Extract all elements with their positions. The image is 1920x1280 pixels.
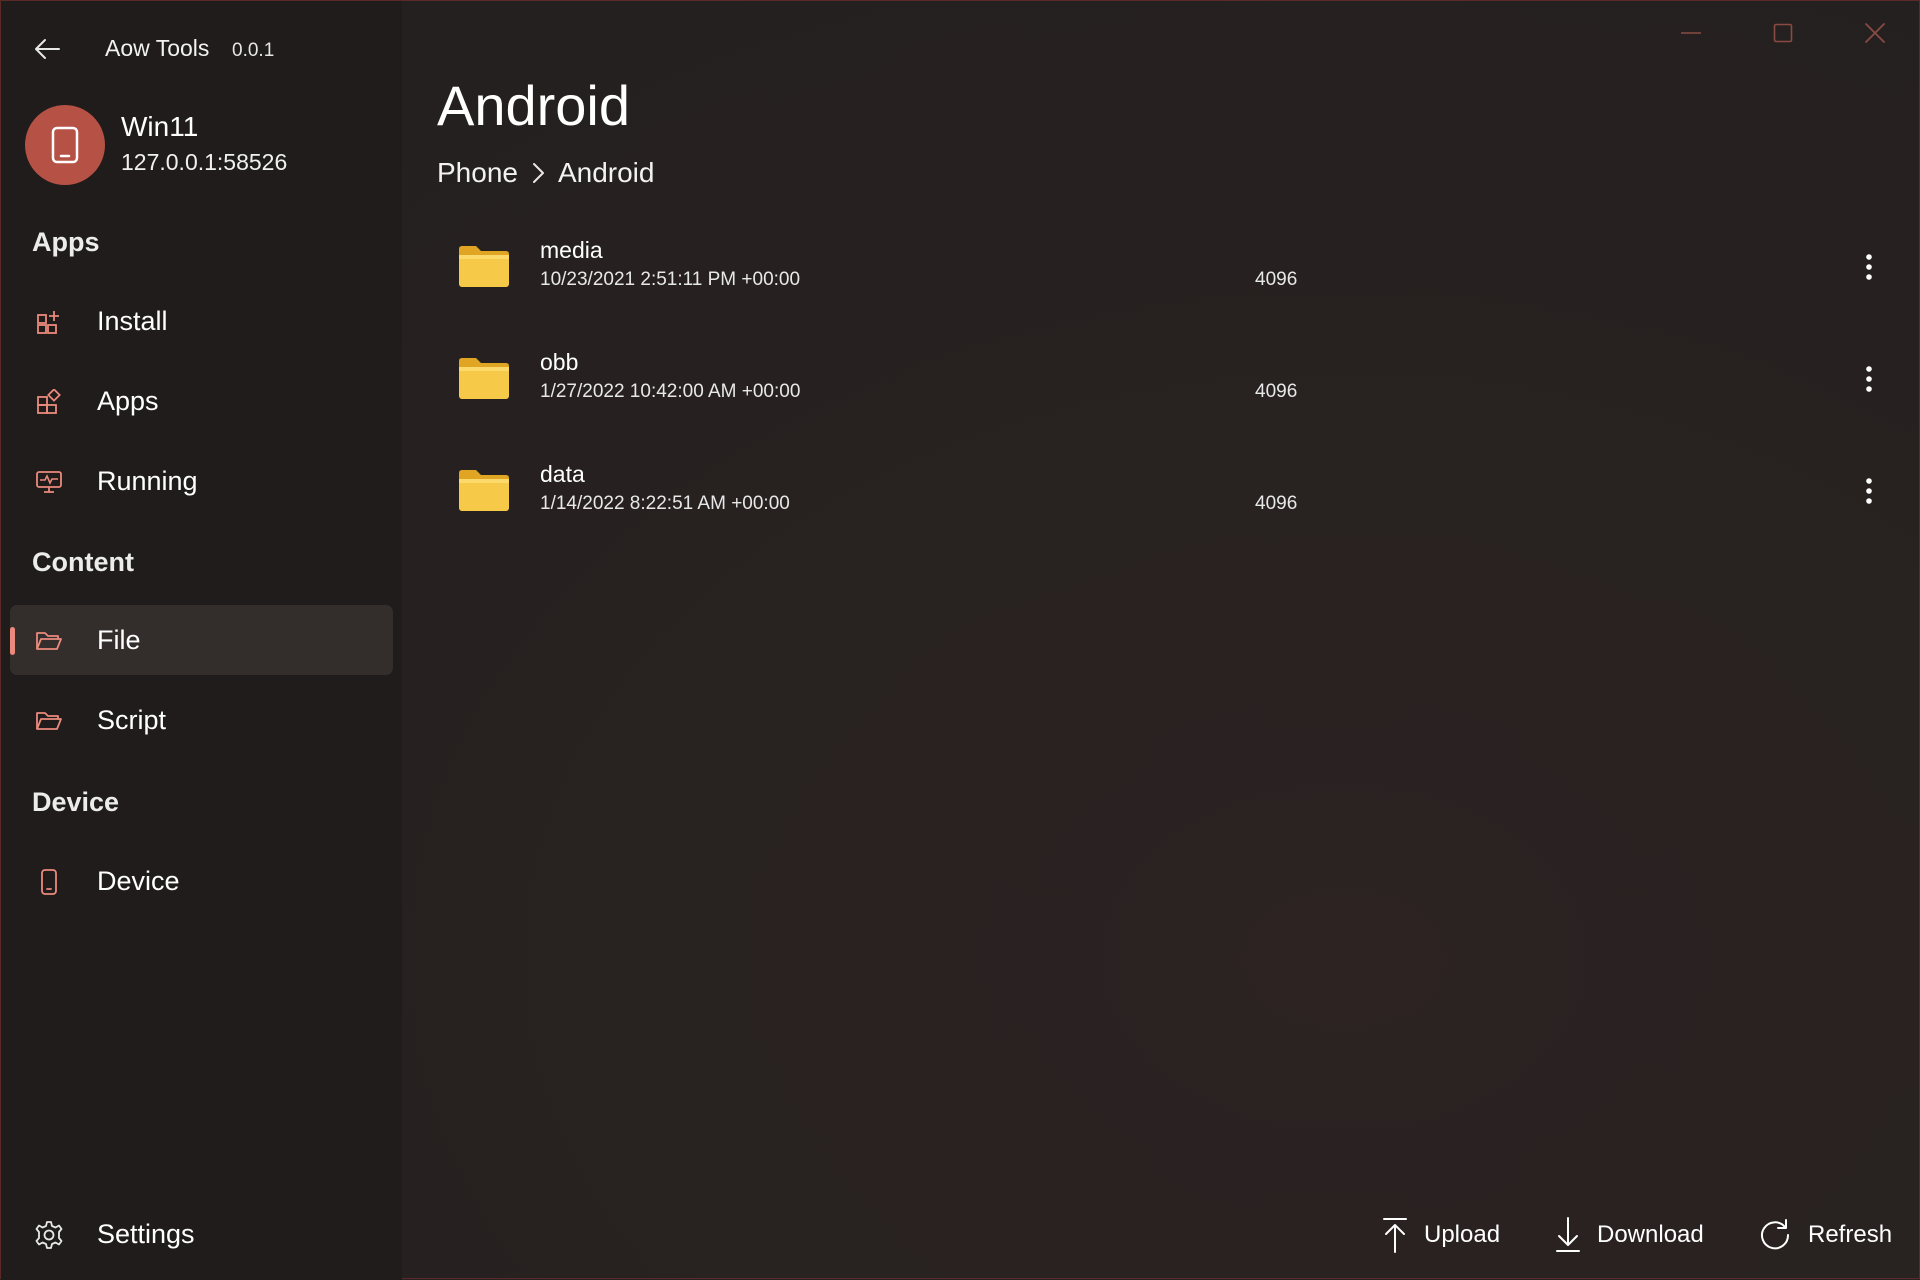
folder-icon: [459, 470, 509, 511]
file-date: 1/27/2022 10:42:00 AM +00:00: [540, 381, 801, 402]
breadcrumb: Phone Android: [437, 157, 654, 189]
sidebar-item-label: File: [97, 625, 141, 655]
download-label: Download: [1597, 1221, 1704, 1248]
chevron-right-icon: [530, 161, 546, 185]
refresh-icon: [1761, 1219, 1790, 1250]
close-icon: [1865, 23, 1885, 43]
more-vertical-icon: [1866, 366, 1872, 392]
more-options-button[interactable]: [1847, 245, 1891, 289]
device-address: 127.0.0.1:58526: [121, 149, 288, 175]
minimize-button[interactable]: [1645, 1, 1737, 65]
folder-open-icon: [34, 626, 64, 656]
avatar: [25, 105, 105, 185]
maximize-icon: [1773, 23, 1793, 43]
sidebar-item-label: Running: [97, 466, 198, 496]
file-size: 4096: [1255, 269, 1298, 290]
sidebar-item-script[interactable]: Script: [10, 685, 393, 755]
download-button[interactable]: Download: [1555, 1213, 1704, 1257]
sidebar-item-apps[interactable]: Apps: [10, 366, 393, 436]
more-vertical-icon: [1866, 478, 1872, 504]
apps-grid-icon: [34, 387, 64, 417]
maximize-button[interactable]: [1737, 1, 1829, 65]
sidebar: Aow Tools 0.0.1 Win11 127.0.0.1:58526 Ap…: [1, 1, 402, 1280]
upload-button[interactable]: Upload: [1382, 1213, 1500, 1257]
app-title: Aow Tools: [105, 35, 210, 61]
file-row[interactable]: data 1/14/2022 8:22:51 AM +00:00 4096: [437, 447, 1897, 559]
download-icon: [1556, 1217, 1580, 1252]
file-size: 4096: [1255, 381, 1298, 402]
file-date: 1/14/2022 8:22:51 AM +00:00: [540, 493, 790, 514]
arrow-left-icon: [35, 39, 60, 59]
file-name: media: [540, 237, 603, 263]
settings-label: Settings: [97, 1219, 195, 1249]
window-controls: [1645, 1, 1920, 65]
breadcrumb-item-phone[interactable]: Phone: [437, 157, 518, 189]
upload-icon: [1383, 1218, 1407, 1253]
section-header-content: Content: [32, 547, 134, 577]
main-content: Android Phone Android media 10/23/2021 2…: [402, 1, 1920, 1280]
sidebar-item-settings[interactable]: Settings: [10, 1199, 393, 1269]
refresh-button[interactable]: Refresh: [1758, 1213, 1892, 1257]
sidebar-item-label: Script: [97, 705, 167, 735]
more-options-button[interactable]: [1847, 469, 1891, 513]
folder-open-icon: [34, 706, 64, 736]
device-name: Win11: [121, 111, 199, 142]
folder-icon: [459, 358, 509, 399]
minimize-icon: [1681, 32, 1701, 34]
close-button[interactable]: [1829, 1, 1920, 65]
file-name: data: [540, 461, 585, 487]
grid-add-icon: [34, 307, 64, 337]
back-button[interactable]: [25, 29, 69, 69]
upload-label: Upload: [1424, 1221, 1501, 1248]
device-card: Win11 127.0.0.1:58526: [25, 105, 385, 187]
file-date: 10/23/2021 2:51:11 PM +00:00: [540, 269, 801, 290]
app-window: Aow Tools 0.0.1 Win11 127.0.0.1:58526 Ap…: [0, 0, 1920, 1280]
more-vertical-icon: [1866, 254, 1872, 280]
app-version: 0.0.1: [232, 40, 275, 61]
file-row[interactable]: obb 1/27/2022 10:42:00 AM +00:00 4096: [437, 335, 1897, 447]
monitor-pulse-icon: [34, 467, 64, 497]
sidebar-item-running[interactable]: Running: [10, 446, 393, 516]
sidebar-item-device[interactable]: Device: [10, 846, 393, 916]
selection-indicator: [10, 627, 15, 655]
title-bar: Aow Tools 0.0.1: [1, 1, 402, 97]
refresh-label: Refresh: [1808, 1221, 1893, 1248]
phone-icon: [51, 126, 79, 164]
sidebar-item-file[interactable]: File: [10, 605, 393, 675]
folder-icon: [459, 246, 509, 287]
gear-icon: [34, 1220, 64, 1250]
page-title: Android: [437, 74, 631, 137]
file-row[interactable]: media 10/23/2021 2:51:11 PM +00:00 4096: [437, 223, 1897, 335]
sidebar-item-label: Device: [97, 866, 180, 896]
section-header-apps: Apps: [32, 227, 100, 257]
file-name: obb: [540, 349, 579, 375]
phone-icon: [34, 867, 64, 897]
file-list: media 10/23/2021 2:51:11 PM +00:00 4096 …: [437, 223, 1897, 559]
action-bar: Upload Download Refresh: [402, 1205, 1920, 1265]
more-options-button[interactable]: [1847, 357, 1891, 401]
file-size: 4096: [1255, 493, 1298, 514]
section-header-device: Device: [32, 787, 120, 817]
breadcrumb-item-android[interactable]: Android: [558, 157, 655, 189]
sidebar-item-install[interactable]: Install: [10, 286, 393, 356]
sidebar-item-label: Install: [97, 306, 168, 336]
sidebar-item-label: Apps: [97, 386, 159, 416]
